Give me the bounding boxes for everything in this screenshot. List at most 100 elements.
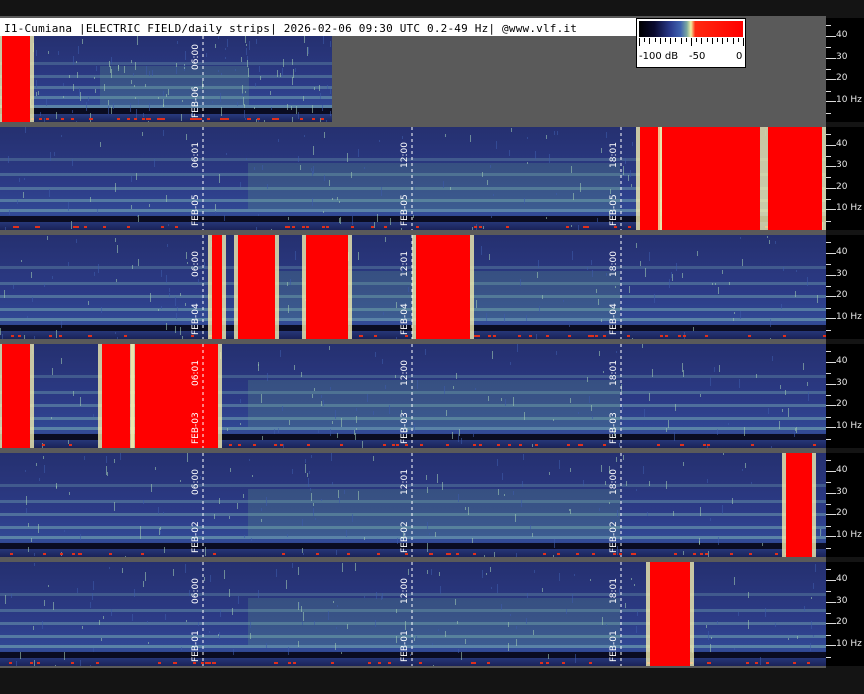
noise-speck: [553, 555, 554, 557]
noise-speck: [305, 464, 306, 473]
noise-speck: [93, 648, 94, 652]
noise-speck: [16, 661, 17, 666]
frequency-axis: 40 30 20 10 Hz: [826, 235, 864, 339]
noise-speck: [595, 335, 598, 337]
noise-speck: [513, 491, 514, 495]
frequency-minor-tick: [826, 569, 831, 570]
noise-speck: [540, 662, 543, 664]
noise-speck: [93, 581, 94, 590]
frequency-minor-tick: [826, 134, 831, 135]
noise-speck: [445, 631, 446, 637]
noise-speck: [43, 456, 44, 459]
noise-speck: [4, 290, 5, 298]
noise-speck: [546, 217, 547, 219]
noise-speck: [283, 444, 284, 448]
noise-speck: [313, 508, 314, 516]
noise-speck: [298, 567, 299, 575]
noise-speck: [302, 519, 303, 526]
noise-speck: [115, 332, 116, 334]
noise-speck: [69, 75, 70, 78]
noise-speck: [576, 553, 579, 555]
noise-speck: [497, 459, 498, 466]
noise-speck: [346, 530, 347, 537]
noise-speck: [214, 514, 215, 519]
strip-date-label: FEB-05: [191, 194, 201, 226]
noise-speck: [127, 118, 130, 120]
resonance-band: [0, 105, 332, 108]
noise-speck: [680, 444, 683, 446]
noise-speck: [543, 553, 546, 555]
colorbar-tick: [665, 38, 666, 42]
noise-speck: [39, 478, 40, 481]
noise-speck: [111, 107, 112, 114]
noise-speck: [474, 226, 477, 228]
noise-speck: [347, 624, 348, 629]
noise-speck: [76, 61, 77, 63]
noise-speck: [219, 632, 220, 639]
noise-speck: [446, 553, 449, 555]
noise-speck: [76, 121, 77, 122]
noise-speck: [472, 227, 473, 230]
saturation-region: [135, 344, 218, 448]
noise-speck: [312, 118, 315, 120]
frequency-minor-tick: [826, 286, 831, 287]
noise-speck: [24, 178, 25, 180]
colorbar-tick: [644, 38, 645, 42]
noise-speck: [603, 444, 606, 446]
noise-speck: [111, 69, 112, 78]
frequency-minor-tick: [826, 417, 831, 418]
noise-speck: [143, 113, 144, 117]
noise-speck: [307, 47, 308, 56]
noise-speck: [142, 132, 143, 136]
noise-speck: [303, 612, 304, 621]
noise-speck: [626, 481, 627, 486]
noise-speck: [644, 409, 645, 417]
noise-speck: [177, 41, 178, 44]
noise-speck: [375, 352, 376, 357]
noise-speck: [414, 424, 415, 433]
frequency-minor-tick: [826, 635, 831, 636]
noise-speck: [245, 91, 246, 93]
noise-speck: [149, 204, 150, 207]
noise-speck: [280, 444, 283, 446]
noise-speck: [457, 621, 458, 624]
noise-speck: [242, 93, 243, 96]
noise-speck: [108, 100, 109, 105]
noise-speck: [396, 636, 397, 643]
noise-speck: [237, 102, 238, 106]
noise-speck: [465, 639, 466, 644]
noise-speck: [461, 438, 462, 444]
noise-speck: [23, 192, 24, 198]
frequency-minor-tick: [826, 308, 831, 309]
noise-speck: [666, 428, 667, 432]
noise-speck: [355, 433, 356, 440]
noise-speck: [536, 334, 537, 339]
noise-speck: [88, 335, 91, 337]
noise-speck: [117, 337, 118, 339]
noise-speck: [44, 284, 45, 287]
noise-speck: [115, 238, 116, 242]
strip-date-label: FEB-01: [191, 630, 201, 662]
noise-speck: [613, 553, 616, 555]
noise-speck: [5, 595, 6, 604]
noise-speck: [489, 254, 490, 260]
noise-speck: [249, 41, 250, 50]
noise-speck: [163, 91, 164, 96]
noise-speck: [243, 97, 244, 105]
frequency-minor-tick: [826, 482, 831, 483]
frequency-tick-label: 10 Hz: [836, 203, 862, 213]
noise-speck: [32, 297, 33, 302]
noise-speck: [332, 198, 333, 200]
noise-speck: [329, 180, 330, 186]
noise-speck: [533, 630, 534, 635]
noise-speck: [748, 592, 749, 598]
noise-speck: [373, 411, 374, 415]
frequency-tick-label: 10 Hz: [836, 95, 862, 105]
noise-speck: [287, 534, 288, 537]
noise-speck: [542, 588, 543, 592]
noise-speck: [175, 326, 176, 333]
noise-speck: [68, 202, 69, 211]
noise-speck: [575, 654, 576, 663]
noise-speck: [13, 285, 14, 289]
noise-speck: [288, 662, 291, 664]
